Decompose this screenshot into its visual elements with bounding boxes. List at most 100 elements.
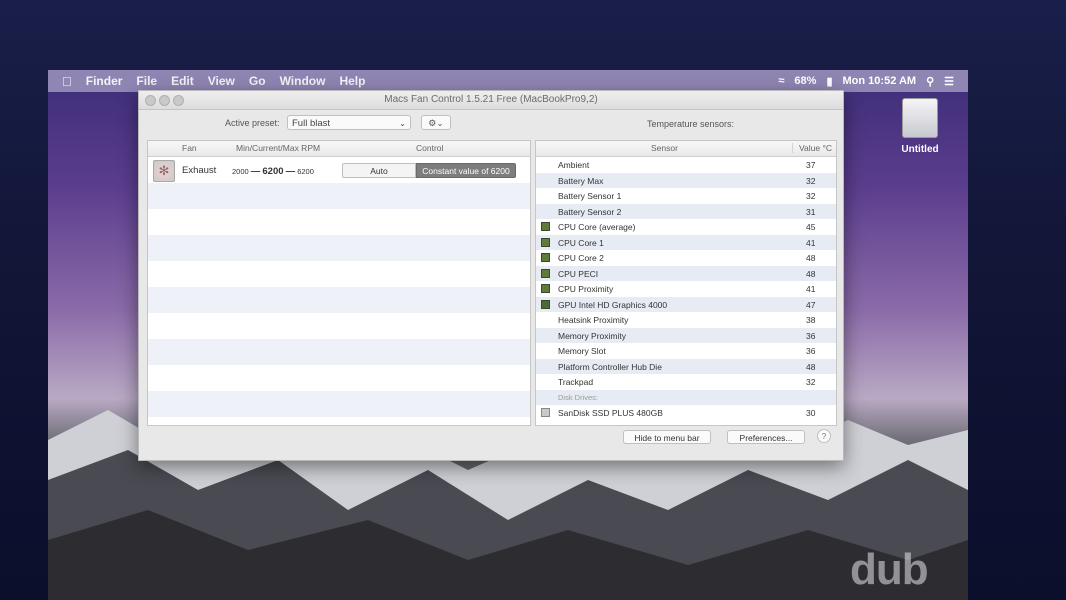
sensor-row[interactable]: Memory Proximity 36 (536, 327, 836, 343)
sensor-value: 45 (806, 222, 816, 232)
sensor-value: 36 (806, 346, 816, 356)
sensor-name: CPU Proximity (558, 284, 614, 294)
sensor-row[interactable]: Battery Sensor 1 32 (536, 188, 836, 204)
sensor-row[interactable]: Heatsink Proximity 38 (536, 312, 836, 328)
menu-file[interactable]: File (136, 74, 157, 88)
preset-select[interactable]: Full blast ⌄ (287, 115, 411, 130)
hard-drive-icon (902, 98, 938, 138)
sensor-row[interactable]: CPU Core (average) 45 (536, 219, 836, 235)
sensor-name: Disk Drives: (558, 392, 599, 402)
sensor-value: 41 (806, 237, 816, 248)
gear-menu-button[interactable]: ⚙⌄ (421, 115, 451, 130)
menu-go[interactable]: Go (249, 74, 266, 88)
sensor-name: CPU PECI (558, 268, 599, 279)
sensor-value: 32 (806, 377, 816, 387)
menu-help[interactable]: Help (339, 74, 365, 88)
menu-bar:  Finder File Edit View Go Window Help ≈… (48, 70, 968, 92)
sensor-value: 36 (806, 330, 816, 341)
menubar-clock[interactable]: Mon 10:52 AM (843, 75, 917, 87)
sensor-value: 48 (806, 253, 816, 263)
sensor-name: Battery Sensor 1 (558, 191, 622, 201)
header-rpm: Min/Current/Max RPM (236, 143, 321, 153)
sensor-row[interactable]: GPU Intel HD Graphics 4000 47 (536, 296, 836, 312)
header-sensor: Sensor (651, 143, 678, 153)
sensor-value: 47 (806, 299, 816, 310)
hide-to-menu-bar-button[interactable]: Hide to menu bar (623, 430, 711, 444)
sensor-row[interactable]: Trackpad 32 (536, 374, 836, 390)
menu-view[interactable]: View (208, 74, 235, 88)
sensor-row[interactable]: CPU Core 1 41 (536, 234, 836, 250)
menu-window[interactable]: Window (280, 74, 326, 88)
sensor-value: 32 (806, 175, 816, 186)
sensor-value: 48 (806, 268, 816, 279)
fan-name: Exhaust (182, 165, 217, 176)
sensor-row[interactable]: CPU PECI 48 (536, 265, 836, 281)
auto-button[interactable]: Auto (342, 163, 416, 178)
sensor-name: Trackpad (558, 377, 594, 387)
close-button[interactable] (145, 95, 156, 106)
rpm-min: 2000 (232, 167, 249, 176)
sensor-row[interactable]: Memory Slot 36 (536, 343, 836, 359)
gear-icon: ⚙⌄ (428, 118, 444, 128)
rpm-current: 6200 (262, 166, 284, 177)
preset-value: Full blast (292, 118, 331, 129)
sensor-row[interactable]: CPU Core 2 48 (536, 250, 836, 266)
wifi-icon[interactable]: ≈ (778, 75, 784, 87)
fan-icon: ✻ (153, 160, 175, 182)
constant-value-button[interactable]: Constant value of 6200 (416, 163, 516, 178)
header-fan: Fan (182, 143, 197, 153)
sensor-row[interactable]: Ambient 37 (536, 157, 836, 173)
sensor-name: GPU Intel HD Graphics 4000 (558, 299, 668, 310)
toolbar: Active preset: Full blast ⌄ ⚙⌄ Temperatu… (139, 110, 843, 136)
desktop-drive-untitled[interactable]: Untitled (898, 98, 942, 155)
window-titlebar[interactable]: Macs Fan Control 1.5.21 Free (MacBookPro… (139, 91, 843, 110)
gpu-chip-icon (541, 299, 550, 309)
disk-icon (541, 408, 550, 417)
sensor-table: Sensor Value °C Ambient 37 Battery Max 32 Ba… (535, 140, 837, 426)
sensor-name: SanDisk SSD PLUS 480GB (558, 408, 663, 418)
sensor-value: 41 (806, 284, 816, 294)
sensor-name: Heatsink Proximity (558, 315, 629, 325)
sensor-name: Platform Controller Hub Die (558, 361, 662, 372)
fan-table-header: Fan Min/Current/Max RPM Control (148, 141, 530, 157)
battery-icon[interactable]: ▮ (826, 75, 832, 88)
cpu-chip-icon (541, 237, 550, 247)
drive-label: Untitled (901, 144, 939, 155)
cpu-chip-icon (541, 268, 550, 278)
desktop-screen:  Finder File Edit View Go Window Help ≈… (48, 70, 968, 600)
minimize-button[interactable] (159, 95, 170, 106)
sensor-row[interactable]: Platform Controller Hub Die 48 (536, 358, 836, 374)
menu-finder[interactable]: Finder (86, 74, 123, 88)
sensor-row[interactable]: Battery Sensor 2 31 (536, 203, 836, 219)
spotlight-search-icon[interactable]: ⚲ (926, 75, 934, 88)
battery-percent[interactable]: 68% (794, 75, 816, 87)
sensor-name: Memory Slot (558, 346, 606, 356)
sensor-row[interactable]: SanDisk SSD PLUS 480GB 30 (536, 405, 836, 421)
fan-row-exhaust[interactable]: ✻ Exhaust 2000 — 6200 — 6200 Auto Consta… (148, 157, 530, 183)
zoom-button[interactable] (173, 95, 184, 106)
menu-edit[interactable]: Edit (171, 74, 194, 88)
cpu-chip-icon (541, 222, 550, 231)
rpm-max: 6200 (297, 167, 314, 176)
cpu-chip-icon (541, 253, 550, 262)
rpm-sep-1: — (250, 166, 261, 177)
header-control: Control (416, 143, 444, 153)
sensor-name: CPU Core 1 (558, 237, 604, 248)
apple-icon[interactable]:  (62, 74, 72, 89)
sensor-name: Battery Sensor 2 (558, 206, 622, 217)
header-value: Value °C (792, 143, 832, 153)
sensor-row[interactable]: CPU Proximity 41 (536, 281, 836, 297)
sensor-value: 48 (806, 361, 816, 372)
sensor-name: CPU Core 2 (558, 253, 604, 263)
window-title: Macs Fan Control 1.5.21 Free (MacBookPro… (384, 94, 598, 105)
preferences-button[interactable]: Preferences... (727, 430, 805, 444)
help-button[interactable]: ? (817, 429, 831, 443)
chevron-down-icon: ⌄ (399, 119, 406, 128)
sensor-name: Battery Max (558, 175, 604, 186)
sensor-table-header: Sensor Value °C (536, 141, 836, 157)
sensor-value: 32 (806, 191, 816, 201)
fan-rpm: 2000 — 6200 — 6200 (232, 166, 314, 177)
sensor-name: Memory Proximity (558, 330, 627, 341)
sensor-row[interactable]: Battery Max 32 (536, 172, 836, 188)
notification-center-icon[interactable]: ☰ (944, 75, 954, 88)
